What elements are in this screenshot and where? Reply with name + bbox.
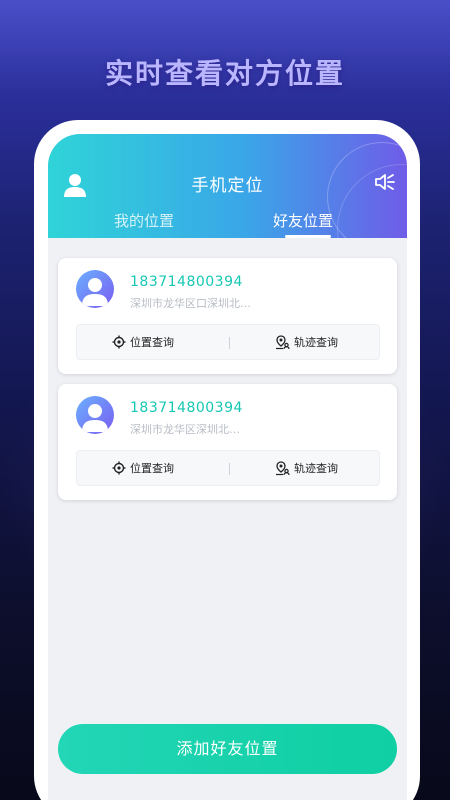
friend-actions: 位置查询 轨迹查询 — [76, 324, 380, 360]
pin-person-icon — [276, 334, 290, 349]
pin-person-icon — [276, 460, 290, 475]
tab-my-location[interactable]: 我的位置 — [114, 210, 174, 231]
tab-friends-location[interactable]: 好友位置 — [273, 210, 333, 231]
friend-phone: 183714800394 — [130, 274, 243, 290]
track-button[interactable]: 轨迹查询 — [275, 325, 338, 359]
active-tab-indicator — [285, 235, 331, 238]
track-label: 轨迹查询 — [294, 336, 338, 349]
track-label: 轨迹查询 — [294, 462, 338, 475]
friend-actions: 位置查询 轨迹查询 — [76, 450, 380, 486]
track-button[interactable]: 轨迹查询 — [275, 451, 338, 485]
action-divider — [229, 337, 230, 349]
crosshair-icon — [112, 461, 126, 475]
friend-phone: 183714800394 — [130, 400, 243, 416]
app-screen: 手机定位 我的位置 好友位置 183714800394 深圳市龙华区口深圳北… — [48, 134, 407, 800]
promo-headline: 实时查看对方位置 — [104, 57, 345, 90]
add-friend-location-button[interactable]: 添加好友位置 — [58, 724, 397, 774]
locate-button[interactable]: 位置查询 — [112, 325, 174, 359]
friend-card: 183714800394 深圳市龙华区口深圳北… 位置查询 轨迹查询 — [58, 258, 397, 374]
speaker-icon[interactable] — [373, 170, 397, 194]
avatar-icon — [76, 270, 114, 308]
app-title: 手机定位 — [191, 176, 264, 196]
friend-address: 深圳市龙华区口深圳北… — [130, 297, 251, 310]
app-header: 手机定位 我的位置 好友位置 — [48, 134, 407, 238]
locate-button[interactable]: 位置查询 — [112, 451, 174, 485]
crosshair-icon — [112, 335, 126, 349]
avatar-icon — [76, 396, 114, 434]
locate-label: 位置查询 — [130, 336, 174, 349]
friend-card: 183714800394 深圳市龙华区深圳北… 位置查询 轨迹查询 — [58, 384, 397, 500]
action-divider — [229, 463, 230, 475]
friend-address: 深圳市龙华区深圳北… — [130, 423, 240, 436]
locate-label: 位置查询 — [130, 462, 174, 475]
